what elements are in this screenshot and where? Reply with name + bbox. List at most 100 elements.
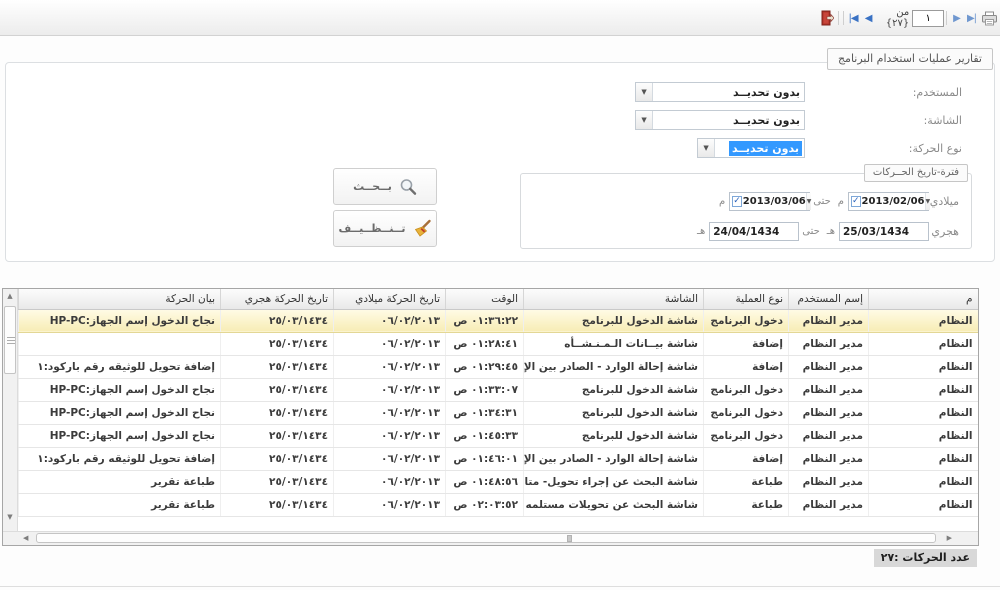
user-filter-combobox[interactable]: بدون تحديــد ▼ (635, 82, 805, 102)
column-header-username[interactable]: إسم المستخدم (789, 289, 869, 309)
cell-partial[interactable]: النظام (869, 401, 978, 424)
cell-operation[interactable]: دخول البرنامج (704, 309, 789, 332)
checkbox-checked-icon[interactable]: ✓ (732, 196, 742, 207)
table-row[interactable]: النظام مدير النظام دخول البرنامج شاشة ال… (19, 401, 978, 424)
column-header-screen[interactable]: الشاشة (524, 289, 704, 309)
cell-screen[interactable]: شاشة بيــانات الـمـنـشــأه (524, 332, 704, 355)
cell-time[interactable]: ٠١:٤٥:٣٣ ص (446, 424, 524, 447)
current-page-input[interactable] (912, 10, 944, 27)
cell-partial[interactable]: النظام (869, 470, 978, 493)
last-page-button[interactable]: ▶| (964, 11, 979, 26)
cell-time[interactable]: ٠١:٤٦:٠١ ص (446, 447, 524, 470)
chevron-down-icon[interactable]: ▼ (636, 111, 653, 129)
cell-gregorian-date[interactable]: ٠٦/٠٢/٢٠١٣ (334, 424, 446, 447)
search-button[interactable]: بــحــث (333, 168, 437, 205)
horizontal-scrollbar-thumb[interactable] (36, 533, 936, 543)
vertical-scrollbar-thumb[interactable] (4, 306, 16, 374)
cell-screen[interactable]: شاشة إحالة الوارد - الصادر بين الإدارات (524, 447, 704, 470)
cell-screen[interactable]: شاشة البحث عن تحويلات مستلمه (524, 493, 704, 516)
table-row[interactable]: النظام مدير النظام دخول البرنامج شاشة ال… (19, 378, 978, 401)
cell-partial[interactable]: النظام (869, 355, 978, 378)
gregorian-from-datepicker[interactable]: ✓ 2013/02/06 ▼ (848, 192, 929, 211)
cell-gregorian-date[interactable]: ٠٦/٠٢/٢٠١٣ (334, 493, 446, 516)
cell-description[interactable]: نجاح الدخول إسم الجهاز:HP-PC (19, 424, 221, 447)
cell-gregorian-date[interactable]: ٠٦/٠٢/٢٠١٣ (334, 355, 446, 378)
cell-username[interactable]: مدير النظام (789, 493, 869, 516)
chevron-down-icon[interactable]: ▼ (636, 83, 653, 101)
cell-operation[interactable]: إضافة (704, 332, 789, 355)
column-header-operation-type[interactable]: نوع العملية (704, 289, 789, 309)
scroll-right-icon[interactable]: ▶ (947, 534, 952, 542)
chevron-down-icon[interactable]: ▼ (925, 193, 931, 210)
cell-operation[interactable]: إضافة (704, 447, 789, 470)
cell-description[interactable]: نجاح الدخول إسم الجهاز:HP-PC (19, 309, 221, 332)
cell-operation[interactable]: دخول البرنامج (704, 378, 789, 401)
scroll-left-icon[interactable]: ◀ (23, 534, 28, 542)
cell-description[interactable]: إضافة تحويل للوثيقه رقم باركود:١ (19, 447, 221, 470)
cell-hijri-date[interactable]: ٢٥/٠٣/١٤٣٤ (221, 332, 334, 355)
cell-screen[interactable]: شاشة إحالة الوارد - الصادر بين الإدارات (524, 355, 704, 378)
vertical-scrollbar[interactable]: ▲ ▼ (3, 289, 18, 531)
cell-username[interactable]: مدير النظام (789, 470, 869, 493)
movement-type-filter-combobox[interactable]: بدون تحديــد ▼ (697, 138, 805, 158)
cell-time[interactable]: ٠١:٢٩:٤٥ ص (446, 355, 524, 378)
cell-screen[interactable]: شاشة الدخول للبرنامج (524, 401, 704, 424)
chevron-down-icon[interactable]: ▼ (806, 193, 812, 210)
cell-partial[interactable]: النظام (869, 447, 978, 470)
cell-hijri-date[interactable]: ٢٥/٠٣/١٤٣٤ (221, 447, 334, 470)
cell-gregorian-date[interactable]: ٠٦/٠٢/٢٠١٣ (334, 309, 446, 332)
printer-icon[interactable] (979, 11, 1000, 26)
cell-description[interactable]: إضافة تحويل للوثيقه رقم باركود:١ (19, 355, 221, 378)
cell-description[interactable]: نجاح الدخول إسم الجهاز:HP-PC (19, 401, 221, 424)
hijri-from-field[interactable] (839, 222, 929, 241)
cell-username[interactable]: مدير النظام (789, 355, 869, 378)
cell-gregorian-date[interactable]: ٠٦/٠٢/٢٠١٣ (334, 378, 446, 401)
scroll-down-icon[interactable]: ▼ (3, 513, 17, 521)
screen-filter-combobox[interactable]: بدون تحديــد ▼ (635, 110, 805, 130)
column-header-hijri-date[interactable]: تاريخ الحركة هجري (221, 289, 334, 309)
cell-screen[interactable]: شاشة البحث عن إجراء تحويل- متابعه :بين ا… (524, 470, 704, 493)
column-header-partial[interactable]: م (869, 289, 978, 309)
cell-hijri-date[interactable]: ٢٥/٠٣/١٤٣٤ (221, 424, 334, 447)
cell-partial[interactable]: النظام (869, 332, 978, 355)
cell-operation[interactable]: طباعة (704, 493, 789, 516)
cell-gregorian-date[interactable]: ٠٦/٠٢/٢٠١٣ (334, 470, 446, 493)
cell-partial[interactable]: النظام (869, 493, 978, 516)
cell-username[interactable]: مدير النظام (789, 447, 869, 470)
chevron-down-icon[interactable]: ▼ (698, 139, 715, 157)
cell-operation[interactable]: طباعة (704, 470, 789, 493)
gregorian-to-datepicker[interactable]: ✓ 2013/03/06 ▼ (729, 192, 810, 211)
cell-time[interactable]: ٠١:٣٣:٠٧ ص (446, 378, 524, 401)
table-row[interactable]: النظام مدير النظام إضافة شاشة بيــانات ا… (19, 332, 978, 355)
cell-partial[interactable]: النظام (869, 378, 978, 401)
cell-username[interactable]: مدير النظام (789, 309, 869, 332)
cell-description[interactable]: نجاح الدخول إسم الجهاز:HP-PC (19, 378, 221, 401)
column-header-time[interactable]: الوقت (446, 289, 524, 309)
table-row[interactable]: النظام مدير النظام طباعة شاشة البحث عن ت… (19, 493, 978, 516)
cell-time[interactable]: ٠١:٣٤:٣١ ص (446, 401, 524, 424)
cell-hijri-date[interactable]: ٢٥/٠٣/١٤٣٤ (221, 401, 334, 424)
cell-description[interactable]: طباعة تقرير (19, 493, 221, 516)
cell-screen[interactable]: شاشة الدخول للبرنامج (524, 378, 704, 401)
cell-partial[interactable]: النظام (869, 309, 978, 332)
cell-time[interactable]: ٠١:٤٨:٥٦ ص (446, 470, 524, 493)
cell-hijri-date[interactable]: ٢٥/٠٣/١٤٣٤ (221, 309, 334, 332)
cell-operation[interactable]: إضافة (704, 355, 789, 378)
cell-hijri-date[interactable]: ٢٥/٠٣/١٤٣٤ (221, 378, 334, 401)
first-page-button[interactable]: |◀ (846, 11, 861, 26)
horizontal-scrollbar[interactable]: ◀ ▶ (3, 531, 978, 545)
cell-partial[interactable]: النظام (869, 424, 978, 447)
cell-time[interactable]: ٠١:٣٦:٢٢ ص (446, 309, 524, 332)
previous-page-button[interactable]: ◀ (861, 11, 876, 26)
hijri-to-field[interactable] (709, 222, 799, 241)
cell-gregorian-date[interactable]: ٠٦/٠٢/٢٠١٣ (334, 447, 446, 470)
cell-hijri-date[interactable]: ٢٥/٠٣/١٤٣٤ (221, 470, 334, 493)
cell-hijri-date[interactable]: ٢٥/٠٣/١٤٣٤ (221, 493, 334, 516)
table-row[interactable]: النظام مدير النظام إضافة شاشة إحالة الوا… (19, 355, 978, 378)
cell-time[interactable]: ٠١:٢٨:٤١ ص (446, 332, 524, 355)
table-row[interactable]: النظام مدير النظام دخول البرنامج شاشة ال… (19, 424, 978, 447)
cell-gregorian-date[interactable]: ٠٦/٠٢/٢٠١٣ (334, 332, 446, 355)
cell-operation[interactable]: دخول البرنامج (704, 424, 789, 447)
cell-screen[interactable]: شاشة الدخول للبرنامج (524, 424, 704, 447)
cell-hijri-date[interactable]: ٢٥/٠٣/١٤٣٤ (221, 355, 334, 378)
